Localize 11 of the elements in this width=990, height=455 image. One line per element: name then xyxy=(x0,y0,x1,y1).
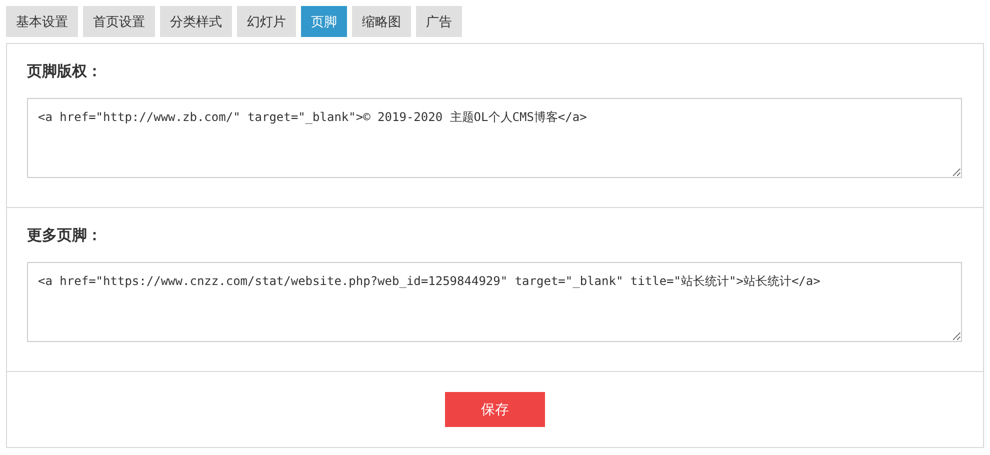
tab[interactable]: 广告 xyxy=(416,6,462,37)
tab[interactable]: 首页设置 xyxy=(83,6,155,37)
text-area[interactable]: <a href="https://www.cnzz.com/stat/website.php?web_id=1259844929" target="_blank" title="站长统计">站长统计</a> xyxy=(27,262,962,342)
tab[interactable]: 缩略图 xyxy=(352,6,411,37)
text-area[interactable]: <a href="http://www.zb.com/" target="_blank">© 2019-2020 主题OL个人CMS博客</a> xyxy=(27,98,962,178)
save-button[interactable]: 保存 xyxy=(445,392,545,427)
field-label: 更多页脚： xyxy=(27,226,103,246)
tab[interactable]: 基本设置 xyxy=(6,6,78,37)
tab[interactable]: 幻灯片 xyxy=(237,6,296,37)
tab[interactable]: 分类样式 xyxy=(160,6,232,37)
field-label: 页脚版权： xyxy=(27,62,103,82)
